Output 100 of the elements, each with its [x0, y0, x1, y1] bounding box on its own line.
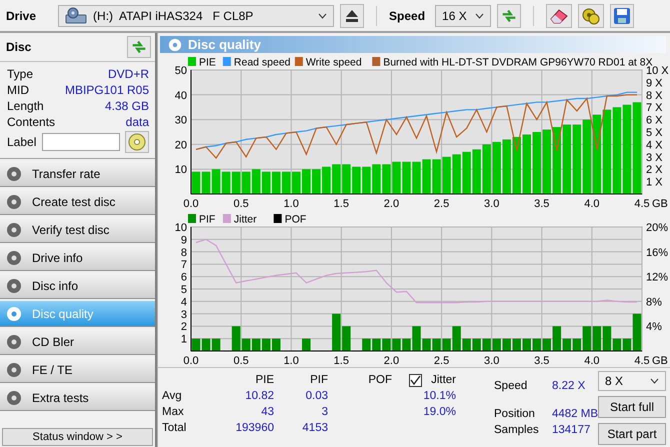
tick-label: 50 — [174, 65, 187, 77]
bar — [562, 124, 572, 194]
tick-label: 1.0 — [284, 198, 299, 210]
legend-item: PIE — [188, 56, 216, 68]
disc-icon — [6, 306, 22, 322]
start-button[interactable]: Start full — [598, 396, 666, 418]
tick-label: 2.5 — [434, 355, 450, 367]
sidebar-item[interactable]: Disc info — [0, 273, 155, 299]
disc-icon — [6, 250, 22, 266]
reading-label: Samples — [494, 424, 540, 436]
bar — [402, 162, 411, 194]
bar — [312, 169, 321, 194]
tick-label: 6 — [180, 272, 187, 284]
field-label: Length — [7, 98, 44, 112]
tick-label: 1 — [180, 334, 187, 346]
eraser-icon — [549, 6, 570, 24]
stat-value: 19.0% — [422, 406, 457, 418]
settings-button[interactable] — [578, 4, 604, 28]
stat-value: 10.1% — [422, 390, 457, 402]
disc-icon — [128, 133, 146, 151]
tick-label: 4.5 — [634, 355, 650, 367]
speed-dropdown[interactable]: 16 X — [435, 4, 492, 26]
disc-heading: Disc — [6, 40, 32, 54]
erase-button[interactable] — [546, 4, 572, 28]
legend-item: POF — [274, 214, 306, 226]
disc-icon — [6, 166, 22, 182]
bar — [392, 162, 401, 194]
refresh-button[interactable] — [497, 4, 522, 28]
swap-arrows-icon — [130, 38, 148, 56]
tick-label: 4.0 — [584, 198, 600, 210]
jitter-checkbox[interactable] — [409, 374, 422, 386]
tick-label: 1 X — [646, 176, 663, 189]
tick-label: 4.0 — [584, 355, 600, 367]
sidebar-item[interactable]: Transfer rate — [0, 161, 155, 187]
legend-label: Write speed — [306, 56, 362, 68]
tick-label: 8% — [646, 296, 662, 308]
bar — [352, 166, 361, 194]
bar — [592, 326, 602, 351]
bar — [342, 164, 351, 194]
field-value: 4.38 GB — [104, 98, 149, 112]
sidebar-item[interactable]: Extra tests — [0, 385, 155, 411]
column-header: PIF — [309, 374, 328, 386]
reading-value: 134177 — [552, 424, 590, 436]
bar — [322, 166, 331, 194]
eject-icon — [344, 8, 360, 22]
disc-icon — [6, 390, 22, 406]
disc-icon — [168, 38, 182, 52]
stat-value: 43 — [260, 406, 274, 418]
field-label: Contents — [7, 114, 56, 128]
tick-label: 7 — [180, 259, 187, 272]
drive-label: Drive — [6, 8, 36, 22]
field-value: DVD+R — [108, 66, 149, 80]
tick-label: 3.5 — [534, 355, 550, 367]
tick-label: 2 — [180, 321, 187, 334]
drive-dropdown[interactable]: (H:) ATAPI iHAS324 F CL8P — [58, 4, 334, 26]
status-window-button[interactable]: Status window > > — [2, 428, 153, 446]
reading-label: Speed — [494, 380, 528, 392]
tick-label: 9 — [180, 234, 187, 246]
stat-value: 4153 — [301, 422, 328, 434]
sidebar-item[interactable]: CD Bler — [0, 329, 155, 355]
sidebar-item[interactable]: Drive info — [0, 245, 155, 271]
bar — [372, 164, 381, 194]
stat-value: 0.03 — [304, 390, 328, 402]
tick-label: 40 — [174, 90, 187, 102]
sidebar-item[interactable]: Verify test disc — [0, 217, 155, 243]
bar — [392, 338, 401, 351]
tick-label: 4.5 — [634, 198, 650, 210]
tick-label: 4 — [180, 296, 187, 308]
chevron-down-icon — [318, 12, 328, 18]
bar — [372, 338, 381, 351]
bar — [382, 338, 391, 351]
speed-label: Speed — [389, 8, 426, 22]
tick-label: 3 X — [646, 152, 663, 164]
label-field[interactable] — [42, 133, 120, 151]
disc-icon — [6, 362, 22, 378]
tick-label: 0.5 — [233, 355, 249, 367]
stat-value: 193960 — [234, 422, 274, 434]
sidebar-item[interactable]: FE / TE — [0, 357, 155, 383]
row-label: Avg — [162, 390, 183, 402]
tick-label: 4% — [646, 321, 662, 334]
bar — [362, 166, 371, 194]
test-speed-dropdown[interactable]: 8 X — [598, 371, 666, 391]
tick-label: 7 X — [646, 102, 663, 114]
row-label: Max — [162, 406, 185, 418]
tick-label: 0.5 — [233, 198, 249, 210]
disc-button[interactable] — [125, 131, 149, 153]
bar — [572, 124, 582, 194]
eject-button[interactable] — [340, 4, 364, 28]
tick-label: 12% — [646, 272, 668, 284]
bar — [382, 164, 391, 194]
legend-item: Write speed — [294, 56, 362, 68]
tick-label: 3.5 — [534, 198, 550, 210]
tick-label: 20% — [646, 222, 668, 234]
tick-label: 2 X — [646, 164, 663, 176]
reading-value: 8.22 X — [552, 380, 586, 392]
disc-icon — [6, 278, 22, 294]
refresh-button[interactable] — [127, 36, 151, 58]
sidebar-item[interactable]: Create test disc — [0, 189, 155, 215]
start-button[interactable]: Start part — [598, 423, 666, 445]
save-button[interactable] — [610, 4, 634, 28]
